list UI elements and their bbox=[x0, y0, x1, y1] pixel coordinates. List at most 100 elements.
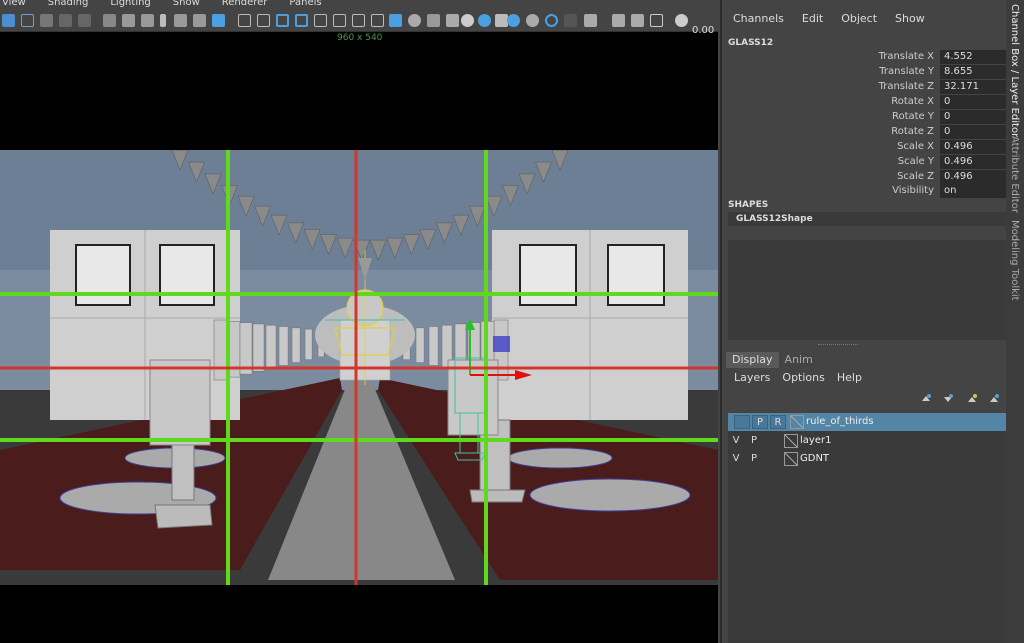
scene-render[interactable] bbox=[0, 150, 718, 585]
attr-rotate-y[interactable]: Rotate Y 0 bbox=[722, 110, 1008, 125]
layer-color-swatch[interactable] bbox=[790, 415, 804, 429]
safe-title-icon[interactable] bbox=[295, 14, 308, 27]
layer-reference-toggle[interactable]: R bbox=[770, 415, 786, 429]
textured-icon[interactable] bbox=[427, 14, 440, 27]
layer-row-rule-of-thirds[interactable]: P R rule_of_thirds bbox=[728, 413, 1006, 431]
image-plane-icon[interactable] bbox=[59, 14, 72, 27]
attr-value-field[interactable]: 32.171 bbox=[940, 80, 1006, 94]
smooth-shade-icon[interactable] bbox=[389, 14, 402, 27]
resolution-gate-icon[interactable] bbox=[174, 14, 187, 27]
hud-icon[interactable] bbox=[545, 14, 558, 27]
menu-options[interactable]: Options bbox=[782, 371, 824, 384]
menu-shading[interactable]: Shading bbox=[48, 0, 89, 8]
move-layer-up-icon[interactable] bbox=[920, 393, 932, 405]
attr-rotate-z[interactable]: Rotate Z 0 bbox=[722, 125, 1008, 140]
grid-icon[interactable] bbox=[238, 14, 251, 27]
tab-channel-box-layer-editor[interactable]: Channel Box / Layer Editor bbox=[1009, 4, 1020, 137]
layer-reference-toggle[interactable] bbox=[764, 452, 780, 466]
attr-value-field[interactable]: 0.496 bbox=[940, 140, 1006, 154]
shadows-icon[interactable] bbox=[446, 14, 459, 27]
hide-icon[interactable] bbox=[631, 14, 644, 27]
paint-brush-icon[interactable] bbox=[212, 14, 225, 27]
gamma-value-field[interactable]: 0.00 bbox=[692, 25, 714, 36]
light-bulb-icon[interactable] bbox=[461, 14, 474, 27]
attr-scale-y[interactable]: Scale Y 0.496 bbox=[722, 155, 1008, 170]
safe-action-icon[interactable] bbox=[276, 14, 289, 27]
field-chart-icon[interactable] bbox=[257, 14, 270, 27]
layer-visibility-toggle[interactable] bbox=[734, 415, 750, 429]
bookmark-icon[interactable] bbox=[40, 14, 53, 27]
camera-attributes-icon[interactable] bbox=[21, 14, 34, 27]
attr-value-field[interactable]: 0 bbox=[940, 125, 1006, 139]
grease-pencil-icon[interactable] bbox=[78, 14, 91, 27]
tab-attribute-editor[interactable]: Attribute Editor bbox=[1009, 136, 1020, 213]
menu-channels[interactable]: Channels bbox=[733, 12, 784, 32]
select-camera-icon[interactable] bbox=[2, 14, 15, 27]
xray-icon[interactable] bbox=[314, 14, 327, 27]
exposure-icon[interactable] bbox=[675, 14, 688, 27]
camera-icon[interactable] bbox=[122, 14, 135, 27]
layer-visibility-toggle[interactable]: V bbox=[728, 434, 744, 448]
attr-translate-z[interactable]: Translate Z 32.171 bbox=[722, 80, 1008, 95]
layer-name[interactable]: layer1 bbox=[800, 435, 831, 446]
depth-of-field-icon[interactable] bbox=[526, 14, 539, 27]
move-layer-down-icon[interactable] bbox=[942, 393, 954, 405]
attr-translate-x[interactable]: Translate X 4.552 bbox=[722, 50, 1008, 65]
layer-name[interactable]: rule_of_thirds bbox=[806, 416, 874, 427]
show-frame-icon[interactable] bbox=[650, 14, 663, 27]
layer-playback-toggle[interactable]: P bbox=[746, 434, 762, 448]
menu-show[interactable]: Show bbox=[173, 0, 200, 8]
object-name[interactable]: GLASS12 bbox=[728, 38, 773, 48]
attr-visibility[interactable]: Visibility on bbox=[722, 184, 1008, 199]
layer-playback-toggle[interactable]: P bbox=[752, 415, 768, 429]
attr-value-field[interactable]: 4.552 bbox=[940, 50, 1006, 64]
select-tool-icon[interactable] bbox=[584, 14, 597, 27]
attr-value-field[interactable]: 0.496 bbox=[940, 155, 1006, 169]
layer-name[interactable]: GDNT bbox=[800, 453, 829, 464]
panel-splitter-handle[interactable] bbox=[818, 344, 858, 346]
menu-object[interactable]: Object bbox=[841, 12, 877, 32]
attr-value-field[interactable]: on bbox=[940, 184, 1006, 198]
attr-value-field[interactable]: 0 bbox=[940, 95, 1006, 109]
attr-value-field[interactable]: 0.496 bbox=[940, 170, 1006, 184]
tab-anim[interactable]: Anim bbox=[779, 352, 819, 368]
tab-modeling-toolkit[interactable]: Modeling Toolkit bbox=[1009, 220, 1020, 301]
attr-value-field[interactable]: 8.655 bbox=[940, 65, 1006, 79]
2d-pan-zoom-icon[interactable] bbox=[103, 14, 116, 27]
menu-layers[interactable]: Layers bbox=[734, 371, 770, 384]
layer-row-gdnt[interactable]: V P GDNT bbox=[728, 450, 1006, 468]
menu-panels[interactable]: Panels bbox=[289, 0, 321, 8]
attr-value-field[interactable]: 0 bbox=[940, 110, 1006, 124]
attr-rotate-x[interactable]: Rotate X 0 bbox=[722, 95, 1008, 110]
menu-lighting[interactable]: Lighting bbox=[110, 0, 150, 8]
layer-reference-toggle[interactable] bbox=[764, 434, 780, 448]
default-material-icon[interactable] bbox=[408, 14, 421, 27]
tab-display[interactable]: Display bbox=[726, 352, 779, 368]
new-layer-selected-icon[interactable] bbox=[988, 393, 1000, 405]
isolate-icon[interactable] bbox=[333, 14, 346, 27]
ambient-occlusion-icon[interactable] bbox=[478, 14, 491, 27]
film-gate-icon[interactable] bbox=[141, 14, 154, 27]
shape-node-row[interactable]: GLASS12Shape bbox=[728, 212, 1006, 226]
layer-playback-toggle[interactable]: P bbox=[746, 452, 762, 466]
layer-row-layer1[interactable]: V P layer1 bbox=[728, 432, 1006, 450]
menu-show-cb[interactable]: Show bbox=[895, 12, 925, 32]
attr-scale-z[interactable]: Scale Z 0.496 bbox=[722, 170, 1008, 185]
menu-renderer[interactable]: Renderer bbox=[222, 0, 268, 8]
attr-translate-y[interactable]: Translate Y 8.655 bbox=[722, 65, 1008, 80]
bookmark-flag-icon[interactable] bbox=[160, 14, 166, 27]
menu-edit[interactable]: Edit bbox=[802, 12, 823, 32]
new-layer-icon[interactable] bbox=[966, 393, 978, 405]
menu-view[interactable]: View bbox=[2, 0, 26, 8]
isolate-select-icon[interactable] bbox=[612, 14, 625, 27]
menu-help[interactable]: Help bbox=[837, 371, 862, 384]
gate-mask-icon[interactable] bbox=[193, 14, 206, 27]
wireframe-cube-icon[interactable] bbox=[371, 14, 384, 27]
layer-color-swatch[interactable] bbox=[784, 434, 798, 448]
viewport-panel[interactable]: View Shading Lighting Show Renderer Pane… bbox=[0, 0, 718, 643]
layer-color-swatch[interactable] bbox=[784, 452, 798, 466]
layer-visibility-toggle[interactable]: V bbox=[728, 452, 744, 466]
color-management-icon[interactable] bbox=[564, 14, 577, 27]
wireframe-icon[interactable] bbox=[352, 14, 365, 27]
antialias-icon[interactable] bbox=[507, 14, 520, 27]
